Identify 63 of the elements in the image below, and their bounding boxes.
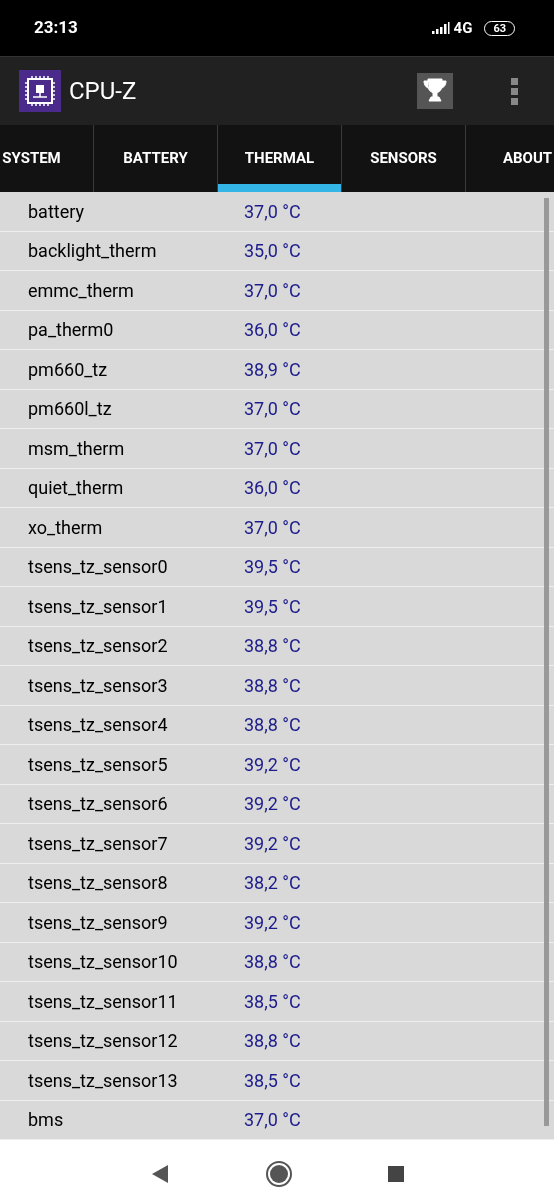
sensor-name: tsens_tz_sensor7 — [27, 831, 169, 856]
sensor-name: pa_therm0 — [27, 318, 115, 343]
trophy-icon — [423, 78, 447, 104]
temperature-value: 39,2 °C — [244, 752, 301, 777]
temperature-value: 38,8 °C — [244, 673, 301, 698]
recents-button[interactable] — [388, 1165, 404, 1182]
temperature-value: 37,0 °C — [244, 436, 301, 461]
sensor-name: tsens_tz_sensor8 — [27, 871, 169, 896]
sensor-name: tsens_tz_sensor2 — [27, 634, 169, 659]
status-time: 23:13 — [34, 16, 78, 40]
sensor-name: tsens_tz_sensor0 — [27, 555, 169, 580]
app-title: CPU-Z — [69, 76, 137, 107]
temperature-value: 38,2 °C — [244, 871, 301, 896]
tab[interactable]: SYSTEM — [0, 125, 93, 192]
sensor-name: backlight_therm — [27, 239, 158, 264]
sensor-name: tsens_tz_sensor13 — [27, 1068, 179, 1093]
temperature-value: 37,0 °C — [244, 515, 301, 540]
temperature-value: 38,5 °C — [244, 1068, 301, 1093]
network-type: 4G — [453, 17, 473, 39]
sensor-name: msm_therm — [27, 436, 126, 461]
temperature-value: 37,0 °C — [244, 397, 301, 422]
sensor-name: tsens_tz_sensor10 — [27, 950, 179, 975]
sensor-name: quiet_therm — [27, 476, 125, 501]
sensor-name: bms — [27, 1108, 65, 1133]
temperature-value: 38,8 °C — [244, 634, 301, 659]
temperature-value: 37,0 °C — [244, 278, 301, 303]
sensor-name: emmc_therm — [27, 278, 135, 303]
sensor-name: pm660_tz — [27, 357, 109, 382]
temperature-value: 36,0 °C — [244, 318, 301, 343]
sensor-name: tsens_tz_sensor11 — [27, 989, 179, 1014]
sensor-name: tsens_tz_sensor5 — [27, 752, 169, 777]
back-icon — [152, 1164, 168, 1183]
temperature-value: 35,0 °C — [244, 239, 301, 264]
sensor-name: pm660l_tz — [27, 397, 113, 422]
temperature-value: 37,0 °C — [244, 1108, 301, 1133]
tab[interactable]: SENSORS — [342, 125, 465, 192]
sensor-name: tsens_tz_sensor3 — [27, 673, 169, 698]
temperature-value: 38,8 °C — [244, 1029, 301, 1054]
sensor-name: tsens_tz_sensor9 — [27, 910, 169, 935]
back-button[interactable] — [150, 1163, 170, 1184]
sensor-name: tsens_tz_sensor4 — [27, 713, 169, 738]
signal-icon — [431, 22, 450, 34]
trophy-button[interactable] — [417, 73, 453, 109]
tab[interactable]: BATTERY — [94, 125, 217, 192]
temperature-value: 37,0 °C — [244, 199, 301, 224]
temperature-value: 39,2 °C — [244, 910, 301, 935]
temperature-value: 38,5 °C — [244, 989, 301, 1014]
sensor-name: tsens_tz_sensor1 — [27, 594, 169, 619]
temperature-value: 38,9 °C — [244, 357, 301, 382]
sensor-name: battery — [27, 199, 85, 224]
sensor-name: tsens_tz_sensor6 — [27, 792, 169, 817]
temperature-value: 38,8 °C — [244, 713, 301, 738]
temperature-value: 39,5 °C — [244, 594, 301, 619]
temperature-value: 39,2 °C — [244, 792, 301, 817]
chip-icon — [19, 70, 61, 112]
temperature-value: 39,5 °C — [244, 555, 301, 580]
home-button[interactable] — [266, 1160, 292, 1187]
sensor-name: tsens_tz_sensor12 — [27, 1029, 179, 1054]
sensor-name: xo_therm — [27, 515, 104, 540]
temperature-value: 36,0 °C — [244, 476, 301, 501]
temperature-value: 38,8 °C — [244, 950, 301, 975]
temperature-value: 39,2 °C — [244, 831, 301, 856]
tab[interactable]: ABOUT — [466, 125, 554, 192]
